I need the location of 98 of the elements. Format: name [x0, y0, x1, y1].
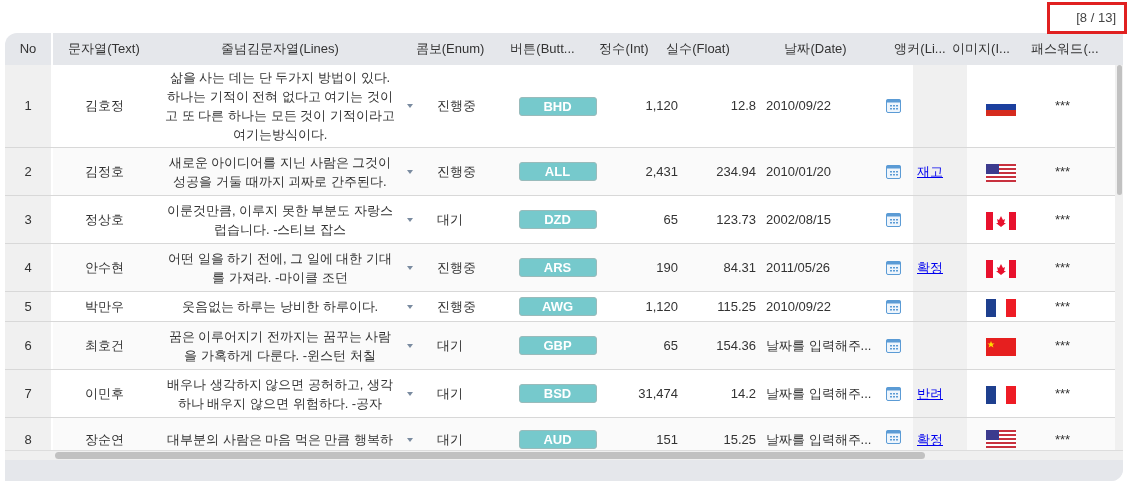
table-cell-text: 115.25 [717, 297, 756, 316]
table-cell-text: 14.2 [730, 384, 756, 403]
combo-box[interactable]: 대기 [405, 335, 515, 356]
table-cell-text: 2,431 [645, 162, 678, 181]
date-field[interactable]: 2010/01/20 [766, 161, 832, 182]
combo-box[interactable]: 대기 [405, 209, 515, 230]
column-header: 버튼(Butt... [510, 40, 575, 59]
table-cell-text: 1,120 [645, 297, 678, 316]
caret-icon[interactable] [407, 217, 413, 222]
table-cell-text: 12.8 [730, 97, 756, 116]
calendar-icon[interactable] [886, 212, 901, 227]
combo-box[interactable]: 진행중 [405, 96, 515, 116]
column-header: 줄넘김문자열(Lines) [221, 40, 339, 59]
combo-box[interactable]: 대기 [405, 383, 515, 404]
row-number: 4 [24, 258, 32, 277]
table-cell-text: 이룬것만큼, 이루지 못한 부분도 자랑스럽습니다. -스티브 잡스 [165, 201, 395, 239]
table-cell-text: 123.73 [716, 210, 756, 229]
table-cell-text: 234.94 [716, 162, 756, 181]
calendar-icon[interactable] [886, 260, 901, 275]
row-number: 5 [24, 297, 32, 316]
table-cell-text: 장순연 [84, 431, 124, 449]
password-value: *** [1055, 431, 1071, 449]
caret-icon[interactable] [407, 304, 413, 309]
table-cell-text: 박만우 [84, 297, 124, 316]
table-cell-text: 154.36 [716, 336, 756, 355]
password-value: *** [1055, 297, 1071, 316]
column-header: 이미지(I... [952, 40, 1010, 59]
horizontal-scrollbar[interactable] [5, 450, 1123, 460]
password-value: *** [1055, 384, 1071, 403]
calendar-icon[interactable] [886, 430, 901, 444]
column-header: 실수(Float) [666, 40, 730, 59]
date-field[interactable]: 2010/09/22 [766, 96, 832, 116]
password-value: *** [1055, 336, 1071, 355]
table-cell-text: 이민후 [84, 384, 124, 403]
password-value: *** [1055, 97, 1071, 116]
column-header: 패스워드(... [1031, 40, 1099, 59]
table-cell-text: 정상호 [84, 210, 124, 229]
table-cell-text: 65 [663, 210, 678, 229]
anchor-link[interactable]: 확정 [917, 257, 943, 278]
table-cell-text: 1,120 [645, 97, 678, 116]
table-cell-text: 84.31 [723, 258, 756, 277]
date-field[interactable]: 2010/09/22 [766, 296, 832, 317]
caret-icon[interactable] [407, 343, 413, 348]
column-header: No [19, 40, 37, 59]
column-header: 정수(Int) [599, 40, 649, 59]
combo-box[interactable]: 진행중 [405, 161, 515, 182]
password-value: *** [1055, 258, 1071, 277]
table-cell-text: 김정호 [84, 162, 124, 181]
page-counter: [8 / 13] [1047, 2, 1127, 34]
table-cell-text: 151 [656, 431, 678, 449]
column-header: 앵커(Li... [894, 40, 946, 59]
date-field[interactable]: 2002/08/15 [766, 209, 832, 230]
caret-icon[interactable] [407, 265, 413, 270]
row-number: 6 [24, 336, 32, 355]
anchor-link[interactable]: 확정 [917, 430, 943, 450]
column-header: 콤보(Enum) [415, 40, 485, 59]
date-field[interactable]: 날짜를 입력해주... [766, 430, 872, 450]
table-cell-text: 웃음없는 하루는 낭비한 하루이다. [181, 298, 379, 316]
row-number: 7 [24, 384, 32, 403]
calendar-icon[interactable] [886, 338, 901, 353]
column-header: 날짜(Date) [784, 40, 847, 59]
password-value: *** [1055, 162, 1071, 181]
column-header: 문자열(Text) [68, 40, 140, 59]
row-number: 3 [24, 210, 32, 229]
row-number: 8 [24, 431, 32, 449]
combo-box[interactable]: 진행중 [405, 296, 515, 317]
date-field[interactable]: 날짜를 입력해주... [766, 335, 872, 356]
anchor-link[interactable]: 재고 [917, 161, 943, 182]
table-cell-text: 15.25 [723, 431, 756, 449]
combo-box[interactable]: 대기 [405, 430, 515, 450]
table-cell-text: 안수현 [84, 258, 124, 277]
combo-box[interactable]: 진행중 [405, 257, 515, 278]
table-cell-text: 꿈은 이루어지기 전까지는 꿈꾸는 사람을 가혹하게 다룬다. -윈스턴 처칠 [167, 327, 393, 365]
table-cell-text: 어떤 일을 하기 전에, 그 일에 대한 기대를 가져라. -마이클 조던 [167, 249, 393, 287]
table-cell-text: 190 [656, 258, 678, 277]
table-cell-text: 삶을 사는 데는 단 두가지 방법이 있다. 하나는 기적이 전혀 없다고 여기는 것이고 또 다른 하나는 모든 것이 기적이라고 여기는방식이다. [164, 69, 396, 144]
table-cell-text: 김호정 [84, 97, 124, 116]
password-value: *** [1055, 210, 1071, 229]
calendar-icon[interactable] [886, 99, 901, 113]
row-number: 1 [24, 97, 32, 116]
caret-icon[interactable] [407, 437, 413, 442]
date-field[interactable]: 날짜를 입력해주... [766, 383, 872, 404]
table-cell-text: 배우나 생각하지 않으면 공허하고, 생각하나 배우지 않으면 위험하다. -공자 [165, 375, 395, 413]
anchor-link[interactable]: 반려 [917, 383, 943, 404]
table-cell-text: 31,474 [638, 384, 678, 403]
caret-icon[interactable] [407, 391, 413, 396]
row-number: 2 [24, 162, 32, 181]
calendar-icon[interactable] [886, 164, 901, 179]
table-cell-text: 65 [663, 336, 678, 355]
table-cell-text: 새로운 아이디어를 지닌 사람은 그것이 성공을 거둘 때까지 괴짜로 간주된다. [167, 153, 393, 191]
calendar-icon[interactable] [886, 386, 901, 401]
vertical-scrollbar[interactable] [1115, 65, 1123, 450]
date-field[interactable]: 2011/05/26 [766, 257, 831, 278]
table-cell-text: 대부분의 사람은 마음 먹은 만큼 행복하 [166, 431, 394, 449]
table-cell-text: 최호건 [84, 336, 124, 355]
caret-icon[interactable] [407, 104, 413, 108]
caret-icon[interactable] [407, 169, 413, 174]
calendar-icon[interactable] [886, 299, 901, 314]
